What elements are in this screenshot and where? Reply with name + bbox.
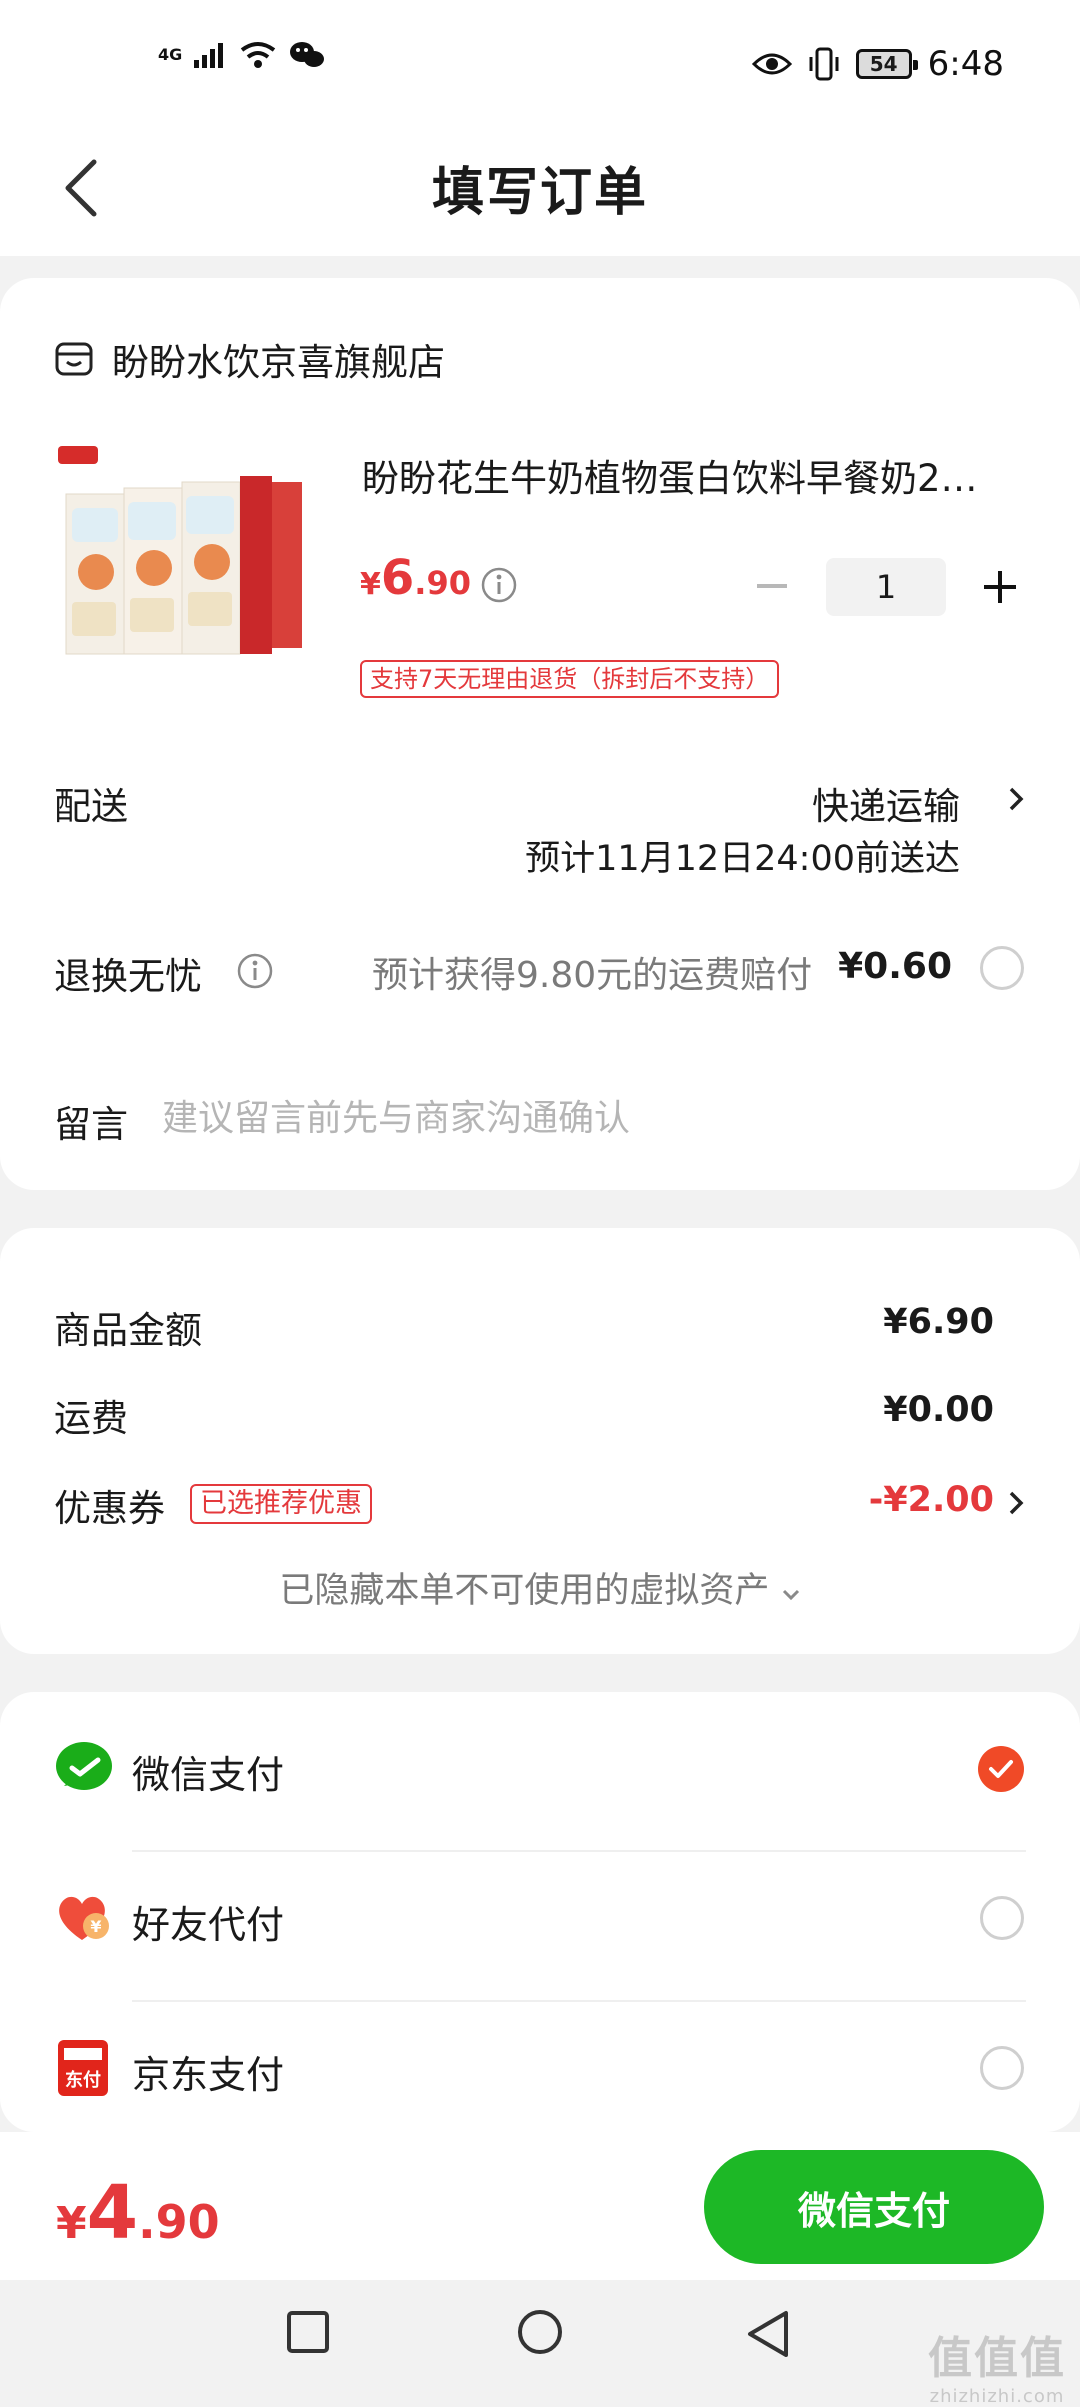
quantity-stepper: 1 xyxy=(744,558,1028,616)
goods-amount-label: 商品金额 xyxy=(54,1309,202,1352)
payment-radio[interactable] xyxy=(980,2046,1024,2090)
jd-pay-icon: 东付 xyxy=(58,2040,108,2096)
jd-pay-icon-text: 东付 xyxy=(65,2069,101,2091)
total-currency: ¥ xyxy=(56,2198,87,2249)
payment-option-friend[interactable]: ¥ 好友代付 xyxy=(0,1842,1080,1992)
worry-free-price: ¥0.60 xyxy=(838,946,952,987)
product-title[interactable]: 盼盼花生牛奶植物蛋白饮料早餐奶2… xyxy=(362,448,1022,502)
price-currency: ¥ xyxy=(360,567,381,602)
check-icon xyxy=(989,1760,1013,1778)
goods-amount-value: ¥6.90 xyxy=(883,1302,994,1342)
note-input[interactable] xyxy=(162,1098,1022,1139)
battery-icon: 54 xyxy=(855,49,918,79)
payment-option-jd[interactable]: 东付 京东支付 xyxy=(0,1992,1080,2142)
delivery-method[interactable]: 快递运输 xyxy=(812,776,960,830)
worry-free-label: 退换无忧 xyxy=(54,955,202,998)
payment-radio[interactable] xyxy=(980,1896,1024,1940)
price-decimal: .90 xyxy=(414,564,471,602)
back-triangle-icon[interactable] xyxy=(746,2310,790,2358)
wifi-icon xyxy=(241,42,276,68)
price-summary-card: 商品金额 ¥6.90 运费 ¥0.00 优惠券 已选推荐优惠 -¥2.00 已隐… xyxy=(0,1228,1080,1654)
friend-pay-heart-icon: ¥ xyxy=(59,1896,109,1940)
svg-text:¥: ¥ xyxy=(90,1917,101,1936)
pay-button[interactable]: 微信支付 xyxy=(704,2150,1044,2264)
delivery-eta: 预计11月12日24:00前送达 xyxy=(525,839,960,879)
hidden-assets-toggle[interactable]: 已隐藏本单不可使用的虚拟资产 xyxy=(0,1562,1080,1613)
worry-free-radio[interactable] xyxy=(980,946,1024,990)
coupon-value[interactable]: -¥2.00 xyxy=(869,1480,994,1520)
coupon-label: 优惠券 xyxy=(54,1487,165,1530)
payment-selected-check[interactable] xyxy=(978,1746,1024,1792)
note-label: 留言 xyxy=(54,1103,128,1146)
shipping-value: ¥0.00 xyxy=(883,1390,994,1430)
minus-icon xyxy=(757,584,787,588)
plus-icon xyxy=(984,571,1016,603)
eye-icon xyxy=(751,53,792,75)
watermark: 值值值 zhizhizhi.com xyxy=(928,2322,1066,2407)
system-nav-bar xyxy=(0,2280,1080,2400)
shop-name: 盼盼水饮京喜旗舰店 xyxy=(112,341,445,384)
increase-button[interactable] xyxy=(972,559,1028,615)
home-icon[interactable] xyxy=(516,2310,564,2358)
worry-free-description: 预计获得9.80元的运费赔付 xyxy=(372,955,813,996)
shipping-label: 运费 xyxy=(54,1397,128,1440)
product-image[interactable] xyxy=(56,442,318,664)
total-integer: 4 xyxy=(86,2170,139,2256)
chevron-right-icon[interactable] xyxy=(1008,786,1024,812)
total-price: ¥4.90 xyxy=(56,2170,220,2256)
recent-apps-icon[interactable] xyxy=(286,2310,330,2354)
product-price: ¥6.90 xyxy=(360,550,471,606)
clock: 6:48 xyxy=(927,44,1004,84)
header: 填写订单 xyxy=(0,120,1080,256)
status-bar: 4G 54 6:48 xyxy=(0,0,1080,120)
wechat-pay-icon xyxy=(56,1742,112,1790)
payment-label: 好友代付 xyxy=(132,1903,285,1947)
price-integer: 6 xyxy=(380,550,415,606)
hidden-assets-text: 已隐藏本单不可使用的虚拟资产 xyxy=(279,1571,770,1611)
status-left: 4G xyxy=(158,40,326,70)
order-details-card: 盼盼水饮京喜旗舰店 盼盼花生牛奶植物蛋白饮料早餐奶2… ¥6.90 1 支持7天… xyxy=(0,278,1080,1190)
shop-icon xyxy=(55,342,93,376)
watermark-logo: 值值值 xyxy=(928,2333,1066,2384)
checkout-bar: ¥4.90 微信支付 xyxy=(0,2132,1080,2280)
payment-option-wechat[interactable]: 微信支付 xyxy=(0,1692,1080,1842)
price-info-icon[interactable] xyxy=(480,566,518,604)
total-decimal: .90 xyxy=(138,2195,220,2249)
chevron-down-icon xyxy=(782,1589,799,1601)
wechat-notification-icon xyxy=(290,42,325,67)
signal-icon xyxy=(194,43,224,68)
watermark-url: zhizhizhi.com xyxy=(929,2386,1065,2407)
payment-methods-card: 微信支付 ¥ 好友代付 东付 京东支付 xyxy=(0,1692,1080,2132)
coupon-badge: 已选推荐优惠 xyxy=(190,1484,372,1524)
delivery-label: 配送 xyxy=(54,785,128,828)
network-type: 4G xyxy=(158,45,183,64)
shop-header[interactable]: 盼盼水饮京喜旗舰店 xyxy=(54,332,445,386)
vibrate-icon xyxy=(809,47,839,81)
return-policy-badge: 支持7天无理由退货（拆封后不支持） xyxy=(360,660,780,698)
quantity-field[interactable]: 1 xyxy=(826,558,946,616)
chevron-right-icon[interactable] xyxy=(1008,1490,1024,1516)
payment-label: 微信支付 xyxy=(132,1753,285,1797)
worry-free-info-icon[interactable] xyxy=(236,952,274,990)
payment-label: 京东支付 xyxy=(132,2053,285,2097)
decrease-button[interactable] xyxy=(744,559,800,615)
status-right: 54 6:48 xyxy=(751,44,1004,84)
page-title: 填写订单 xyxy=(431,163,648,223)
